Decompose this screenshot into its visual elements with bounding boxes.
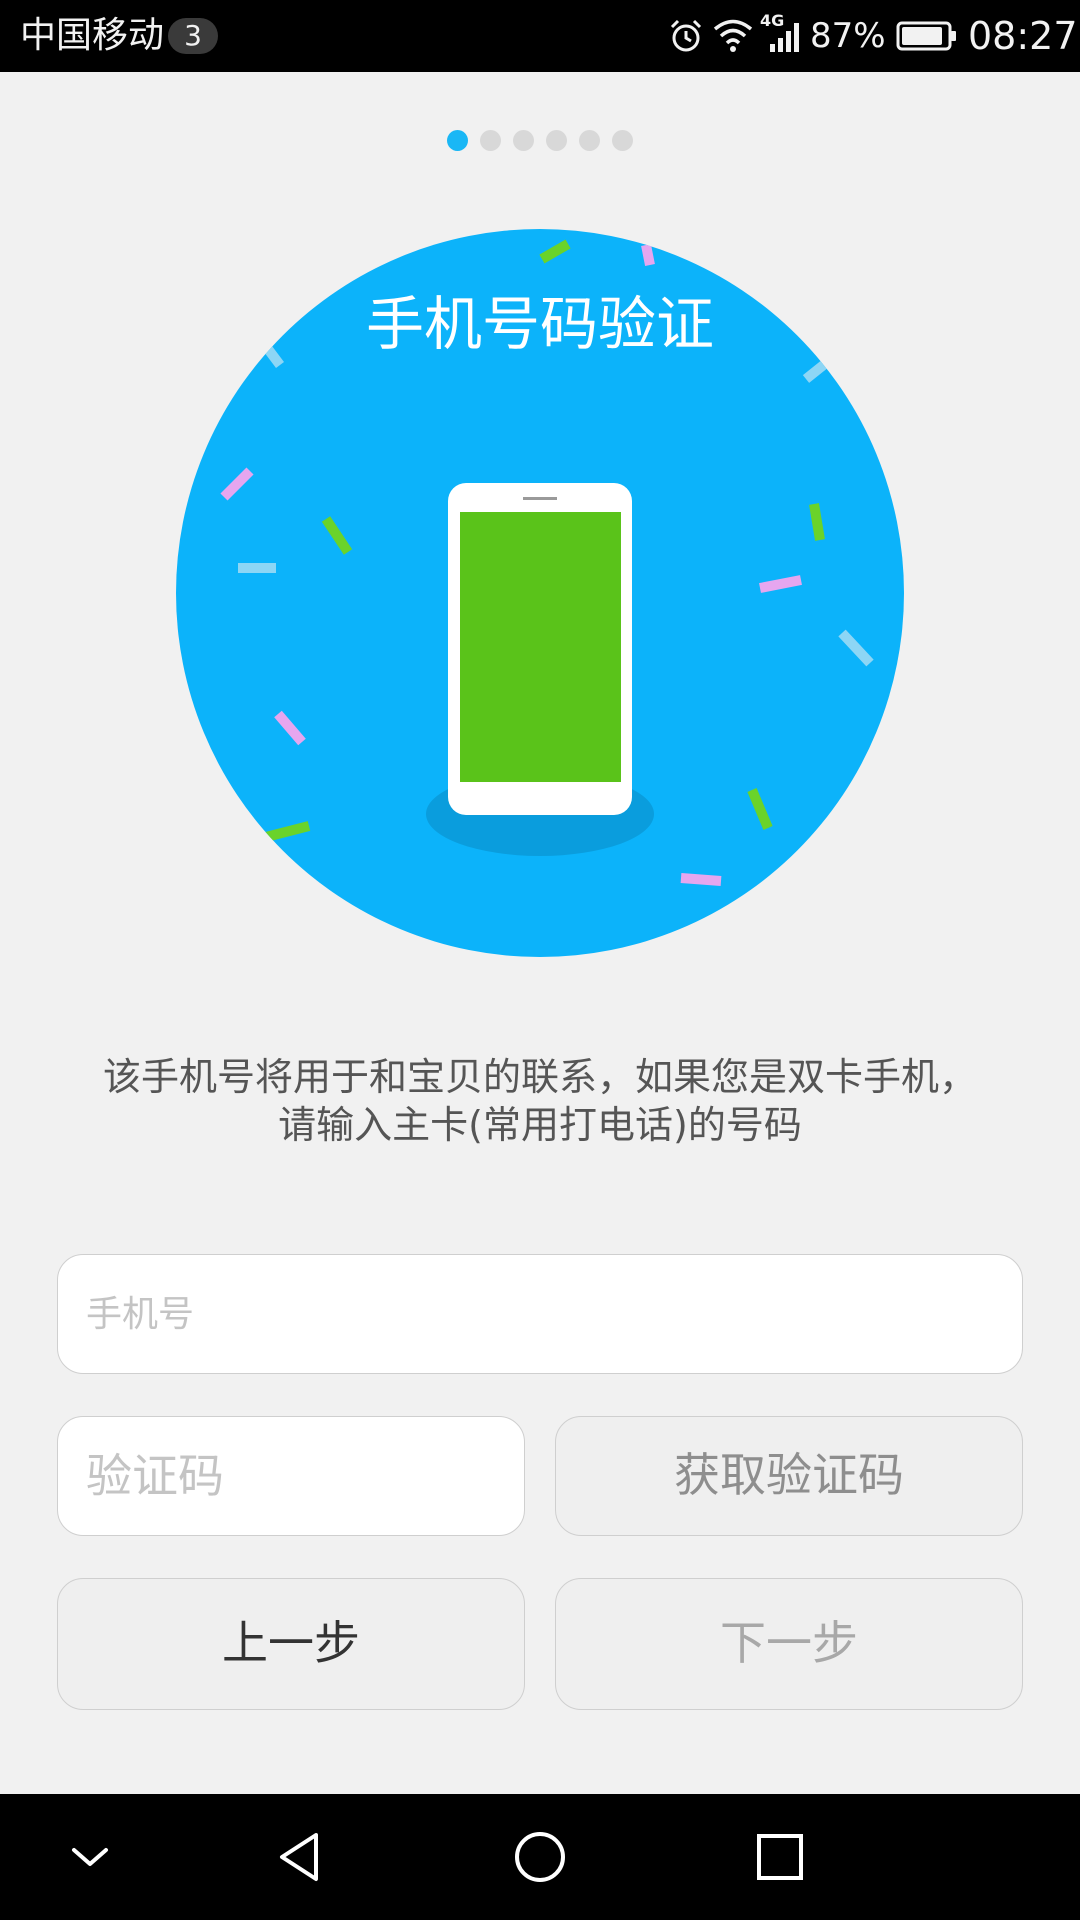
page-dot <box>447 130 468 151</box>
description-text: 该手机号将用于和宝贝的联系，如果您是双卡手机， 请输入主卡(常用打电话)的号码 <box>40 1053 1040 1149</box>
get-code-button[interactable]: 获取验证码 <box>555 1416 1023 1536</box>
verification-code-field[interactable] <box>57 1416 525 1536</box>
status-bar: 中国移动 3 4G 87% 08:27 <box>0 0 1080 72</box>
page-dot <box>579 130 600 151</box>
previous-step-button[interactable]: 上一步 <box>57 1578 525 1710</box>
battery-icon <box>896 21 956 51</box>
chevron-down-icon[interactable] <box>60 1827 120 1887</box>
page-indicator <box>0 130 1080 151</box>
home-icon[interactable] <box>510 1827 570 1887</box>
description-line-2: 请输入主卡(常用打电话)的号码 <box>278 1103 802 1147</box>
page-dot <box>480 130 501 151</box>
page-dot <box>513 130 534 151</box>
recents-icon[interactable] <box>750 1827 810 1887</box>
status-icons: 4G 87% 08:27 <box>660 0 1080 72</box>
carrier-name: 中国移动 <box>20 15 165 56</box>
next-step-button[interactable]: 下一步 <box>555 1578 1023 1710</box>
hero-illustration: 手机号码验证 <box>176 229 904 957</box>
description-line-1: 该手机号将用于和宝贝的联系，如果您是双卡手机， <box>102 1055 977 1099</box>
back-icon[interactable] <box>270 1827 330 1887</box>
wifi-icon <box>713 19 753 52</box>
page-dot <box>546 130 567 151</box>
page-dot <box>612 130 633 151</box>
phone-number-input[interactable] <box>58 1255 1022 1373</box>
battery-percentage: 87% <box>810 16 886 56</box>
alarm-icon <box>670 19 702 52</box>
hero-title: 手机号码验证 <box>365 290 714 358</box>
verification-code-input[interactable] <box>58 1417 524 1535</box>
system-nav-bar <box>0 1794 1080 1920</box>
signal-icon <box>770 23 799 52</box>
clock: 08:27 <box>968 14 1078 58</box>
notification-count-badge: 3 <box>168 18 218 54</box>
phone-number-field[interactable] <box>57 1254 1023 1374</box>
